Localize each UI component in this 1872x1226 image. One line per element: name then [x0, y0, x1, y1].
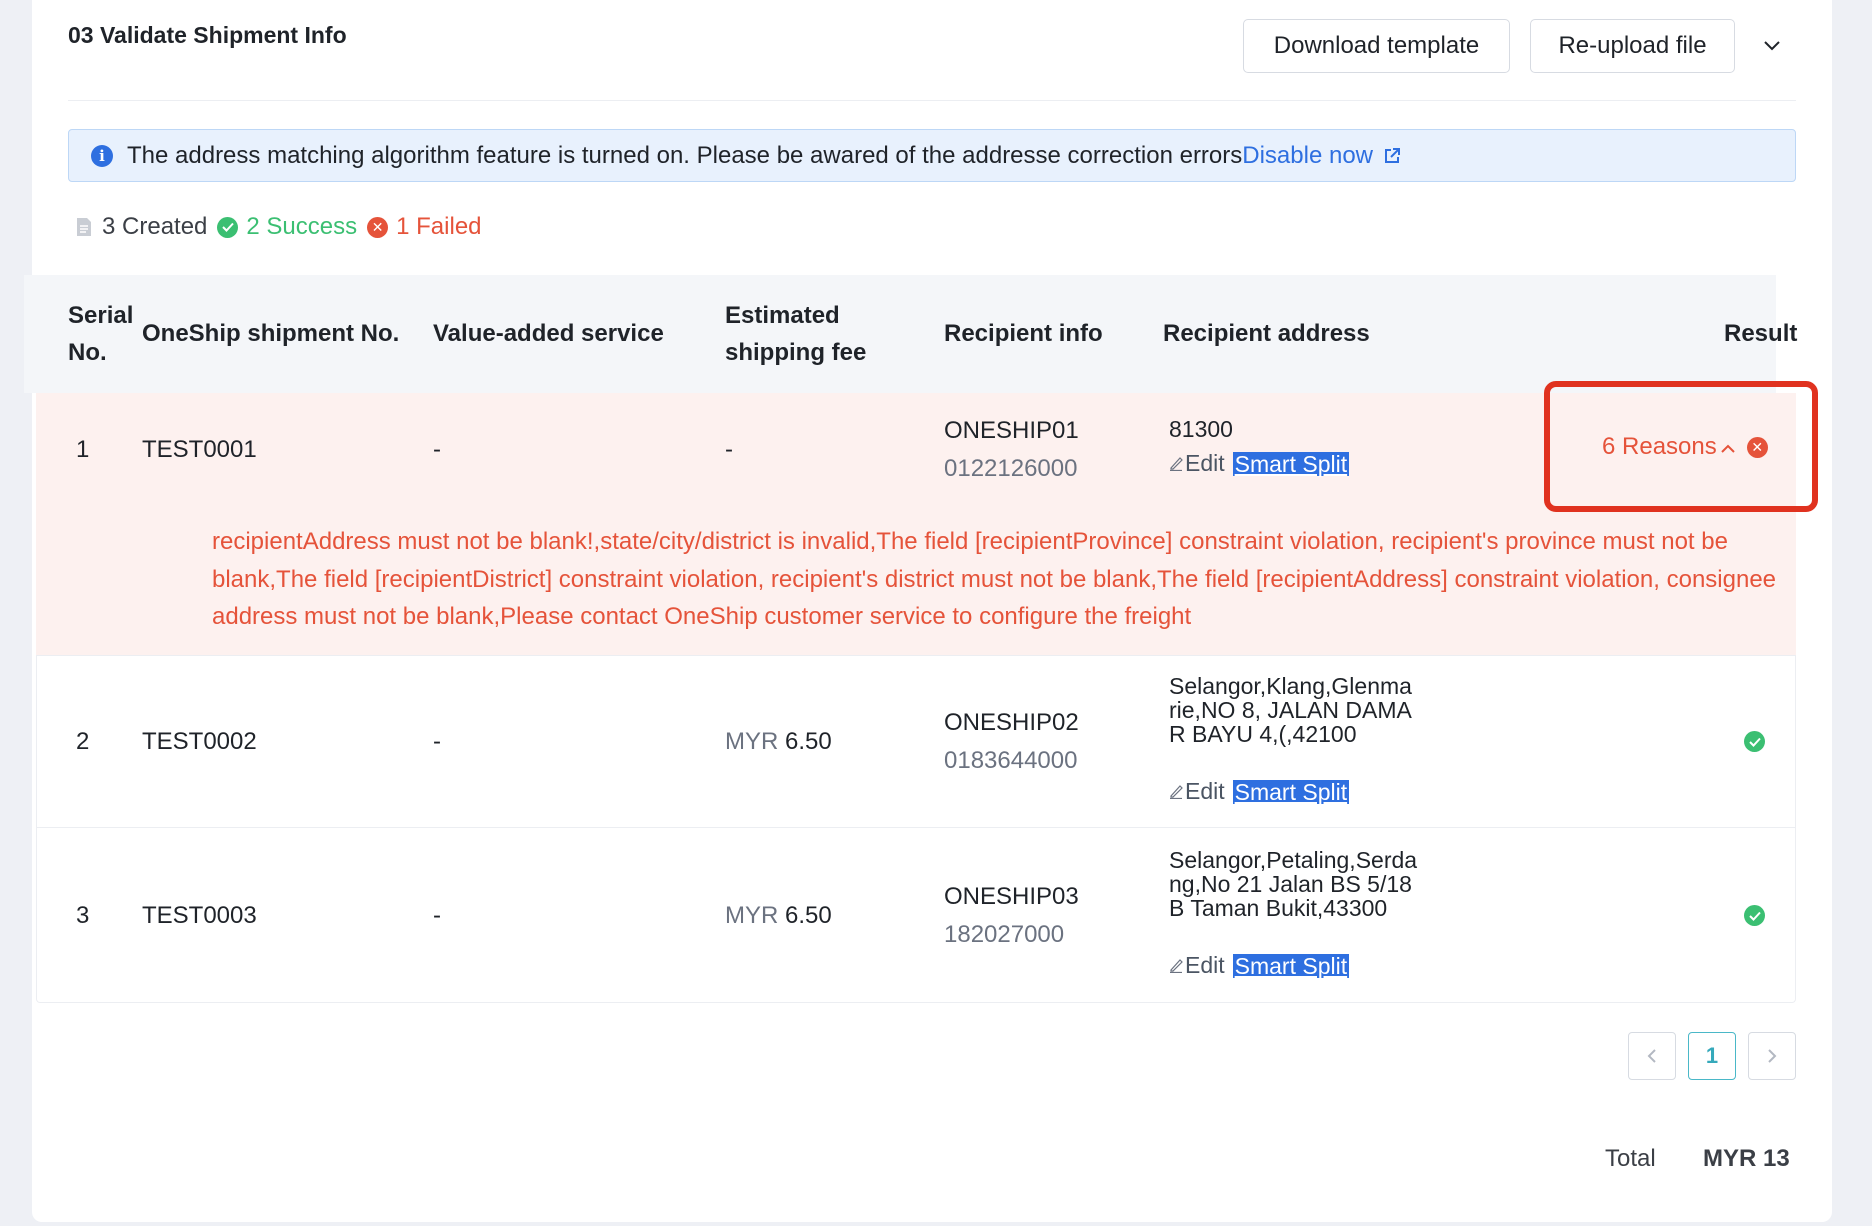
address-actions: Edit Smart Split	[1169, 952, 1350, 979]
address-actions: Edit Smart Split	[1169, 450, 1350, 477]
total-label: Total	[1605, 1145, 1656, 1172]
external-link-icon[interactable]	[1383, 147, 1401, 165]
success-check-icon	[217, 216, 239, 238]
estimated-fee: MYR 6.50	[725, 728, 832, 755]
serial-no: 3	[76, 902, 90, 929]
recipient-phone: 0183644000	[944, 747, 1078, 774]
row-divider	[36, 827, 1796, 828]
recipient-name: ONESHIP02	[944, 709, 1079, 736]
failed-x-icon: ✕	[367, 216, 389, 238]
reupload-file-button[interactable]: Re-upload file	[1530, 19, 1735, 73]
value-added-service: -	[433, 902, 441, 929]
recipient-address: Selangor,Petaling,Serdang,No 21 Jalan BS…	[1169, 847, 1418, 921]
edit-address-link[interactable]: Edit	[1185, 450, 1225, 477]
estimated-fee: -	[725, 436, 733, 463]
next-page-button[interactable]	[1748, 1032, 1796, 1080]
created-count: 3 Created	[102, 213, 208, 240]
shipment-no: TEST0003	[142, 902, 257, 929]
page-number-button[interactable]: 1	[1688, 1032, 1736, 1080]
upload-stats: 3 Created 2 Success ✕ 1 Failed	[76, 213, 482, 241]
col-recipient-address: Recipient address	[1163, 320, 1370, 347]
info-icon: i	[91, 144, 113, 167]
failed-count: 1 Failed	[396, 213, 482, 240]
address-matching-notice: i The address matching algorithm feature…	[68, 129, 1796, 182]
success-count: 2 Success	[246, 213, 358, 240]
smart-split-link[interactable]: Smart Split	[1232, 779, 1350, 804]
success-status-icon	[1744, 905, 1765, 926]
pencil-icon[interactable]	[1169, 450, 1183, 477]
col-value-added-service: Value-added service	[433, 320, 664, 347]
section-title: 03 Validate Shipment Info	[68, 22, 347, 48]
serial-no: 1	[76, 436, 90, 463]
table-header: Serial No. OneShip shipment No. Value-ad…	[24, 275, 1797, 393]
chevron-down-icon[interactable]	[1754, 28, 1790, 64]
recipient-address: 81300	[1169, 416, 1233, 442]
serial-no: 2	[76, 728, 90, 755]
estimated-fee: MYR 6.50	[725, 902, 832, 929]
recipient-name: ONESHIP03	[944, 883, 1079, 910]
shipment-no: TEST0002	[142, 728, 257, 755]
chevron-right-icon	[1768, 1049, 1777, 1063]
prev-page-button[interactable]	[1628, 1032, 1676, 1080]
address-actions: Edit Smart Split	[1169, 778, 1350, 805]
col-estimated-fee: Estimated shipping fee	[725, 302, 867, 366]
recipient-name: ONESHIP01	[944, 417, 1079, 444]
shipment-no: TEST0001	[142, 436, 257, 463]
disable-now-link[interactable]: Disable now	[1242, 142, 1373, 170]
smart-split-link[interactable]: Smart Split	[1232, 451, 1350, 476]
col-shipment-no: OneShip shipment No.	[142, 320, 400, 347]
recipient-phone: 182027000	[944, 921, 1065, 948]
col-result: Result	[1724, 320, 1798, 347]
col-recipient-info: Recipient info	[944, 320, 1103, 347]
smart-split-link[interactable]: Smart Split	[1232, 953, 1350, 978]
document-icon	[77, 218, 91, 236]
notice-text: The address matching algorithm feature i…	[127, 141, 1243, 169]
success-status-icon	[1744, 731, 1765, 752]
row-divider	[36, 655, 1796, 656]
chevron-left-icon	[1647, 1049, 1656, 1063]
recipient-address: Selangor,Klang,Glenmarie,NO 8, JALAN DAM…	[1169, 673, 1412, 747]
value-added-service: -	[433, 728, 441, 755]
pencil-icon[interactable]	[1169, 778, 1183, 805]
edit-address-link[interactable]: Edit	[1185, 778, 1225, 805]
total-value: MYR 13	[1703, 1145, 1790, 1172]
download-template-button[interactable]: Download template	[1243, 19, 1510, 73]
edit-address-link[interactable]: Edit	[1185, 952, 1225, 979]
header-divider	[68, 100, 1796, 101]
recipient-phone: 0122126000	[944, 455, 1078, 482]
col-serial: Serial No.	[68, 302, 134, 366]
pencil-icon[interactable]	[1169, 952, 1183, 979]
value-added-service: -	[433, 436, 441, 463]
error-message: recipientAddress must not be blank!,stat…	[212, 528, 1777, 630]
highlight-annotation	[1544, 381, 1818, 512]
